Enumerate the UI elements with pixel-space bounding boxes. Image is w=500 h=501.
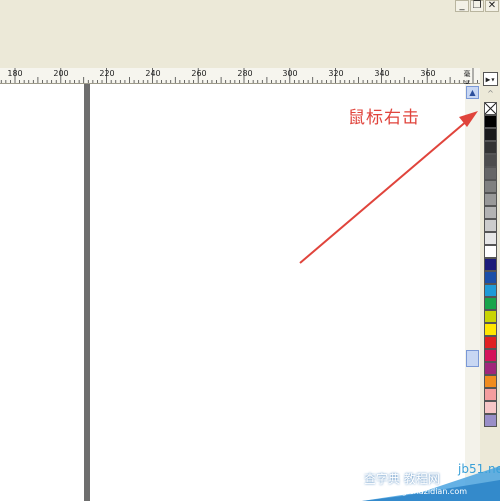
annotation-arrow	[299, 111, 478, 264]
watermark-url: jiaocheng.chazidian.com	[368, 487, 468, 496]
watermark-site: jb51.net	[458, 462, 500, 476]
watermark: jb51.net 查字典 教程网 jiaocheng.chazidian.com	[362, 462, 500, 501]
arrow-shaft	[299, 119, 469, 264]
right-click-annotation: 鼠标右击	[348, 108, 420, 128]
watermark-title: 查字典 教程网	[364, 472, 440, 486]
